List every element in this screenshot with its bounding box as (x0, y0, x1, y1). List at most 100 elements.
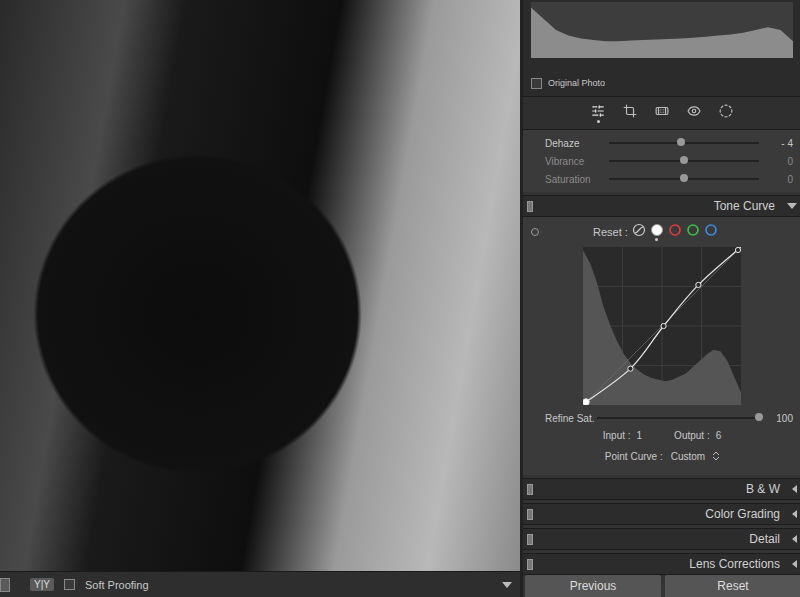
photo (0, 0, 520, 571)
channel-circle-icon[interactable] (668, 223, 682, 237)
slider-value[interactable]: 0 (767, 174, 793, 185)
lightroom-window: Y|YSoft ProofingOriginal PhotoDehaze- 4V… (0, 0, 800, 597)
slider-track[interactable] (609, 142, 759, 144)
slider-label: Dehaze (545, 138, 601, 149)
slider-label: Saturation (545, 174, 601, 185)
reset-label[interactable]: Reset : (593, 226, 628, 238)
toolbar-menu-icon[interactable] (502, 582, 512, 588)
collapsed-icon[interactable] (792, 535, 797, 543)
original-photo-row: Original Photo (523, 58, 800, 96)
view-mode-button[interactable]: Y|Y (30, 578, 54, 591)
bottom-toolbar: Y|Y Soft Proofing (0, 571, 520, 597)
curve-point[interactable] (661, 323, 666, 328)
panel-toggle[interactable] (527, 484, 533, 495)
channel-button[interactable] (632, 223, 646, 241)
photo-column: Y|Y Soft Proofing (0, 0, 520, 597)
slider-thumb[interactable] (680, 156, 688, 164)
original-photo-checkbox[interactable] (531, 78, 542, 89)
selected-dot (725, 120, 728, 123)
histogram-chart-icon (531, 2, 793, 58)
input-output-row: Input : 1 Output : 6 (523, 427, 800, 443)
selected-dot (709, 238, 712, 241)
selected-dot (673, 238, 676, 241)
curve-point[interactable] (583, 399, 589, 405)
slider-thumb[interactable] (677, 138, 685, 146)
selected-dot (661, 120, 664, 123)
tool-button[interactable] (591, 104, 605, 123)
panel-title: Lens Corrections (539, 557, 786, 571)
panel-header[interactable]: Color Grading (523, 503, 800, 525)
tone-curve-chart-icon[interactable] (583, 247, 741, 405)
slider-track[interactable] (597, 417, 759, 419)
masking-circle-icon[interactable] (719, 104, 733, 118)
collapsed-icon[interactable] (792, 510, 797, 518)
channel-button[interactable] (668, 223, 682, 241)
curve-point[interactable] (696, 282, 701, 287)
soft-proofing-checkbox[interactable] (64, 579, 75, 590)
tool-button[interactable] (687, 104, 701, 123)
selected-dot (655, 238, 658, 241)
panel-toggle[interactable] (527, 534, 533, 545)
crop-icon[interactable] (623, 104, 637, 118)
presence-sliders: Dehaze- 4Vibrance0Saturation0 (523, 130, 800, 192)
collapsed-icon[interactable] (792, 560, 797, 568)
tool-button[interactable] (719, 104, 733, 123)
panel-header[interactable]: B & W (523, 478, 800, 500)
selected-dot (597, 120, 600, 123)
output-value[interactable]: 6 (716, 430, 722, 441)
healing-bandage-icon[interactable] (655, 104, 669, 118)
histogram (523, 0, 800, 58)
slider-thumb[interactable] (755, 413, 763, 421)
slider-row: Saturation 0 (523, 170, 800, 188)
channel-button[interactable] (704, 223, 718, 241)
collapsed-icon[interactable] (792, 485, 797, 493)
view-icon[interactable] (0, 578, 10, 592)
expanded-icon[interactable] (787, 203, 797, 209)
panel-button[interactable]: Reset (665, 575, 800, 597)
selected-dot (693, 120, 696, 123)
panel-title: Tone Curve (539, 199, 781, 213)
edit-sliders-icon[interactable] (591, 104, 605, 118)
parametric-curve-icon[interactable] (632, 223, 646, 237)
channel-button[interactable] (650, 223, 664, 241)
dropdown-updown-icon[interactable] (713, 451, 719, 461)
panel-header[interactable]: Lens Corrections (523, 553, 800, 575)
panel-toggle[interactable] (527, 559, 533, 570)
curve-point[interactable] (628, 366, 633, 371)
target-adjust-icon[interactable] (531, 228, 539, 236)
input-label: Input : (603, 430, 631, 441)
tool-button[interactable] (655, 104, 669, 123)
panel-button[interactable]: Previous (525, 575, 661, 597)
channel-button[interactable] (686, 223, 700, 241)
panel-title: B & W (539, 482, 786, 496)
panel-toggle[interactable] (527, 509, 533, 520)
slider-thumb[interactable] (680, 174, 688, 182)
tone-curve-body: Reset :Refine Sat.100Input :1Output :6Po… (523, 217, 800, 475)
channel-circle-icon[interactable] (686, 223, 700, 237)
panel-header[interactable]: Tone Curve (523, 195, 800, 217)
channel-circle-icon[interactable] (704, 223, 718, 237)
button-row: PreviousReset (523, 575, 800, 597)
channel-circle-icon[interactable] (650, 223, 664, 237)
channel-row: Reset : (523, 223, 800, 241)
slider-value[interactable]: 100 (767, 413, 793, 424)
slider-value[interactable]: 0 (767, 156, 793, 167)
slider-track[interactable] (609, 160, 759, 162)
panel-toggle[interactable] (527, 201, 533, 212)
curve-graph-wrap (523, 241, 800, 409)
input-value[interactable]: 1 (637, 430, 643, 441)
soft-proofing-label: Soft Proofing (85, 579, 149, 591)
panel-title: Color Grading (539, 507, 786, 521)
slider-track[interactable] (609, 178, 759, 180)
point-curve-select[interactable]: Custom (671, 451, 705, 462)
output-label: Output : (674, 430, 710, 441)
red-eye-icon[interactable] (687, 104, 701, 118)
curve-point[interactable] (735, 247, 740, 252)
tool-button[interactable] (623, 104, 637, 123)
refine-saturation-row: Refine Sat.100 (523, 409, 800, 427)
selected-dot (691, 238, 694, 241)
original-photo-label: Original Photo (548, 78, 605, 88)
slider-value[interactable]: - 4 (767, 138, 793, 149)
slider-row: Dehaze - 4 (523, 134, 800, 152)
panel-header[interactable]: Detail (523, 528, 800, 550)
